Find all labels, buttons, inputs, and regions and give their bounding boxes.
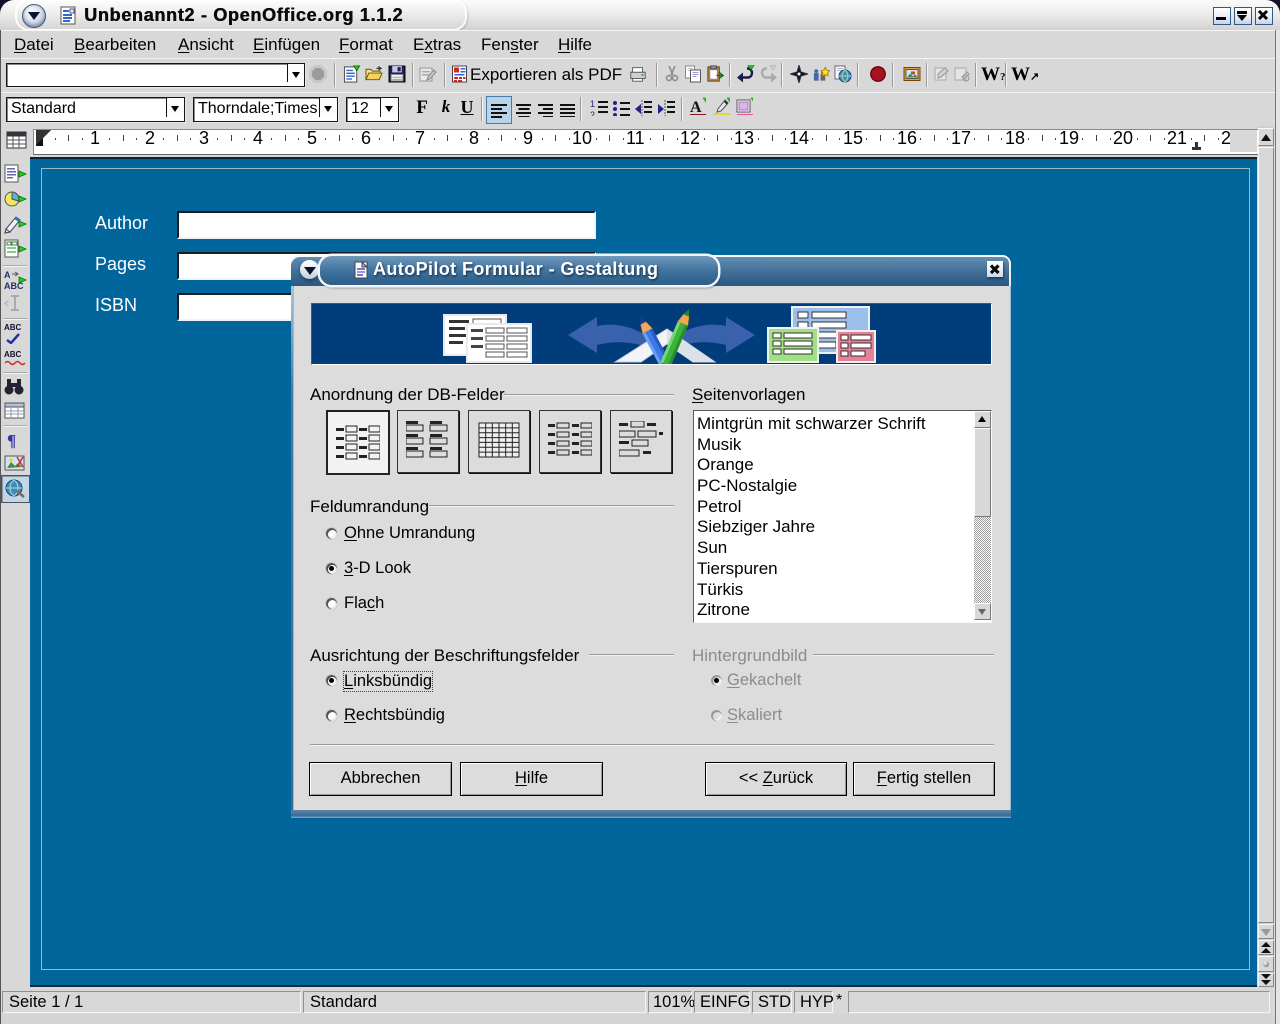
svg-text:¶: ¶ [7,431,16,450]
svg-text:A: A [690,99,702,115]
svg-text:ABC: ABC [4,323,22,332]
svg-text:A: A [4,270,11,280]
svg-text:ABC: ABC [4,350,22,359]
svg-text:2: 2 [590,110,595,116]
svg-text:1: 1 [590,99,595,109]
